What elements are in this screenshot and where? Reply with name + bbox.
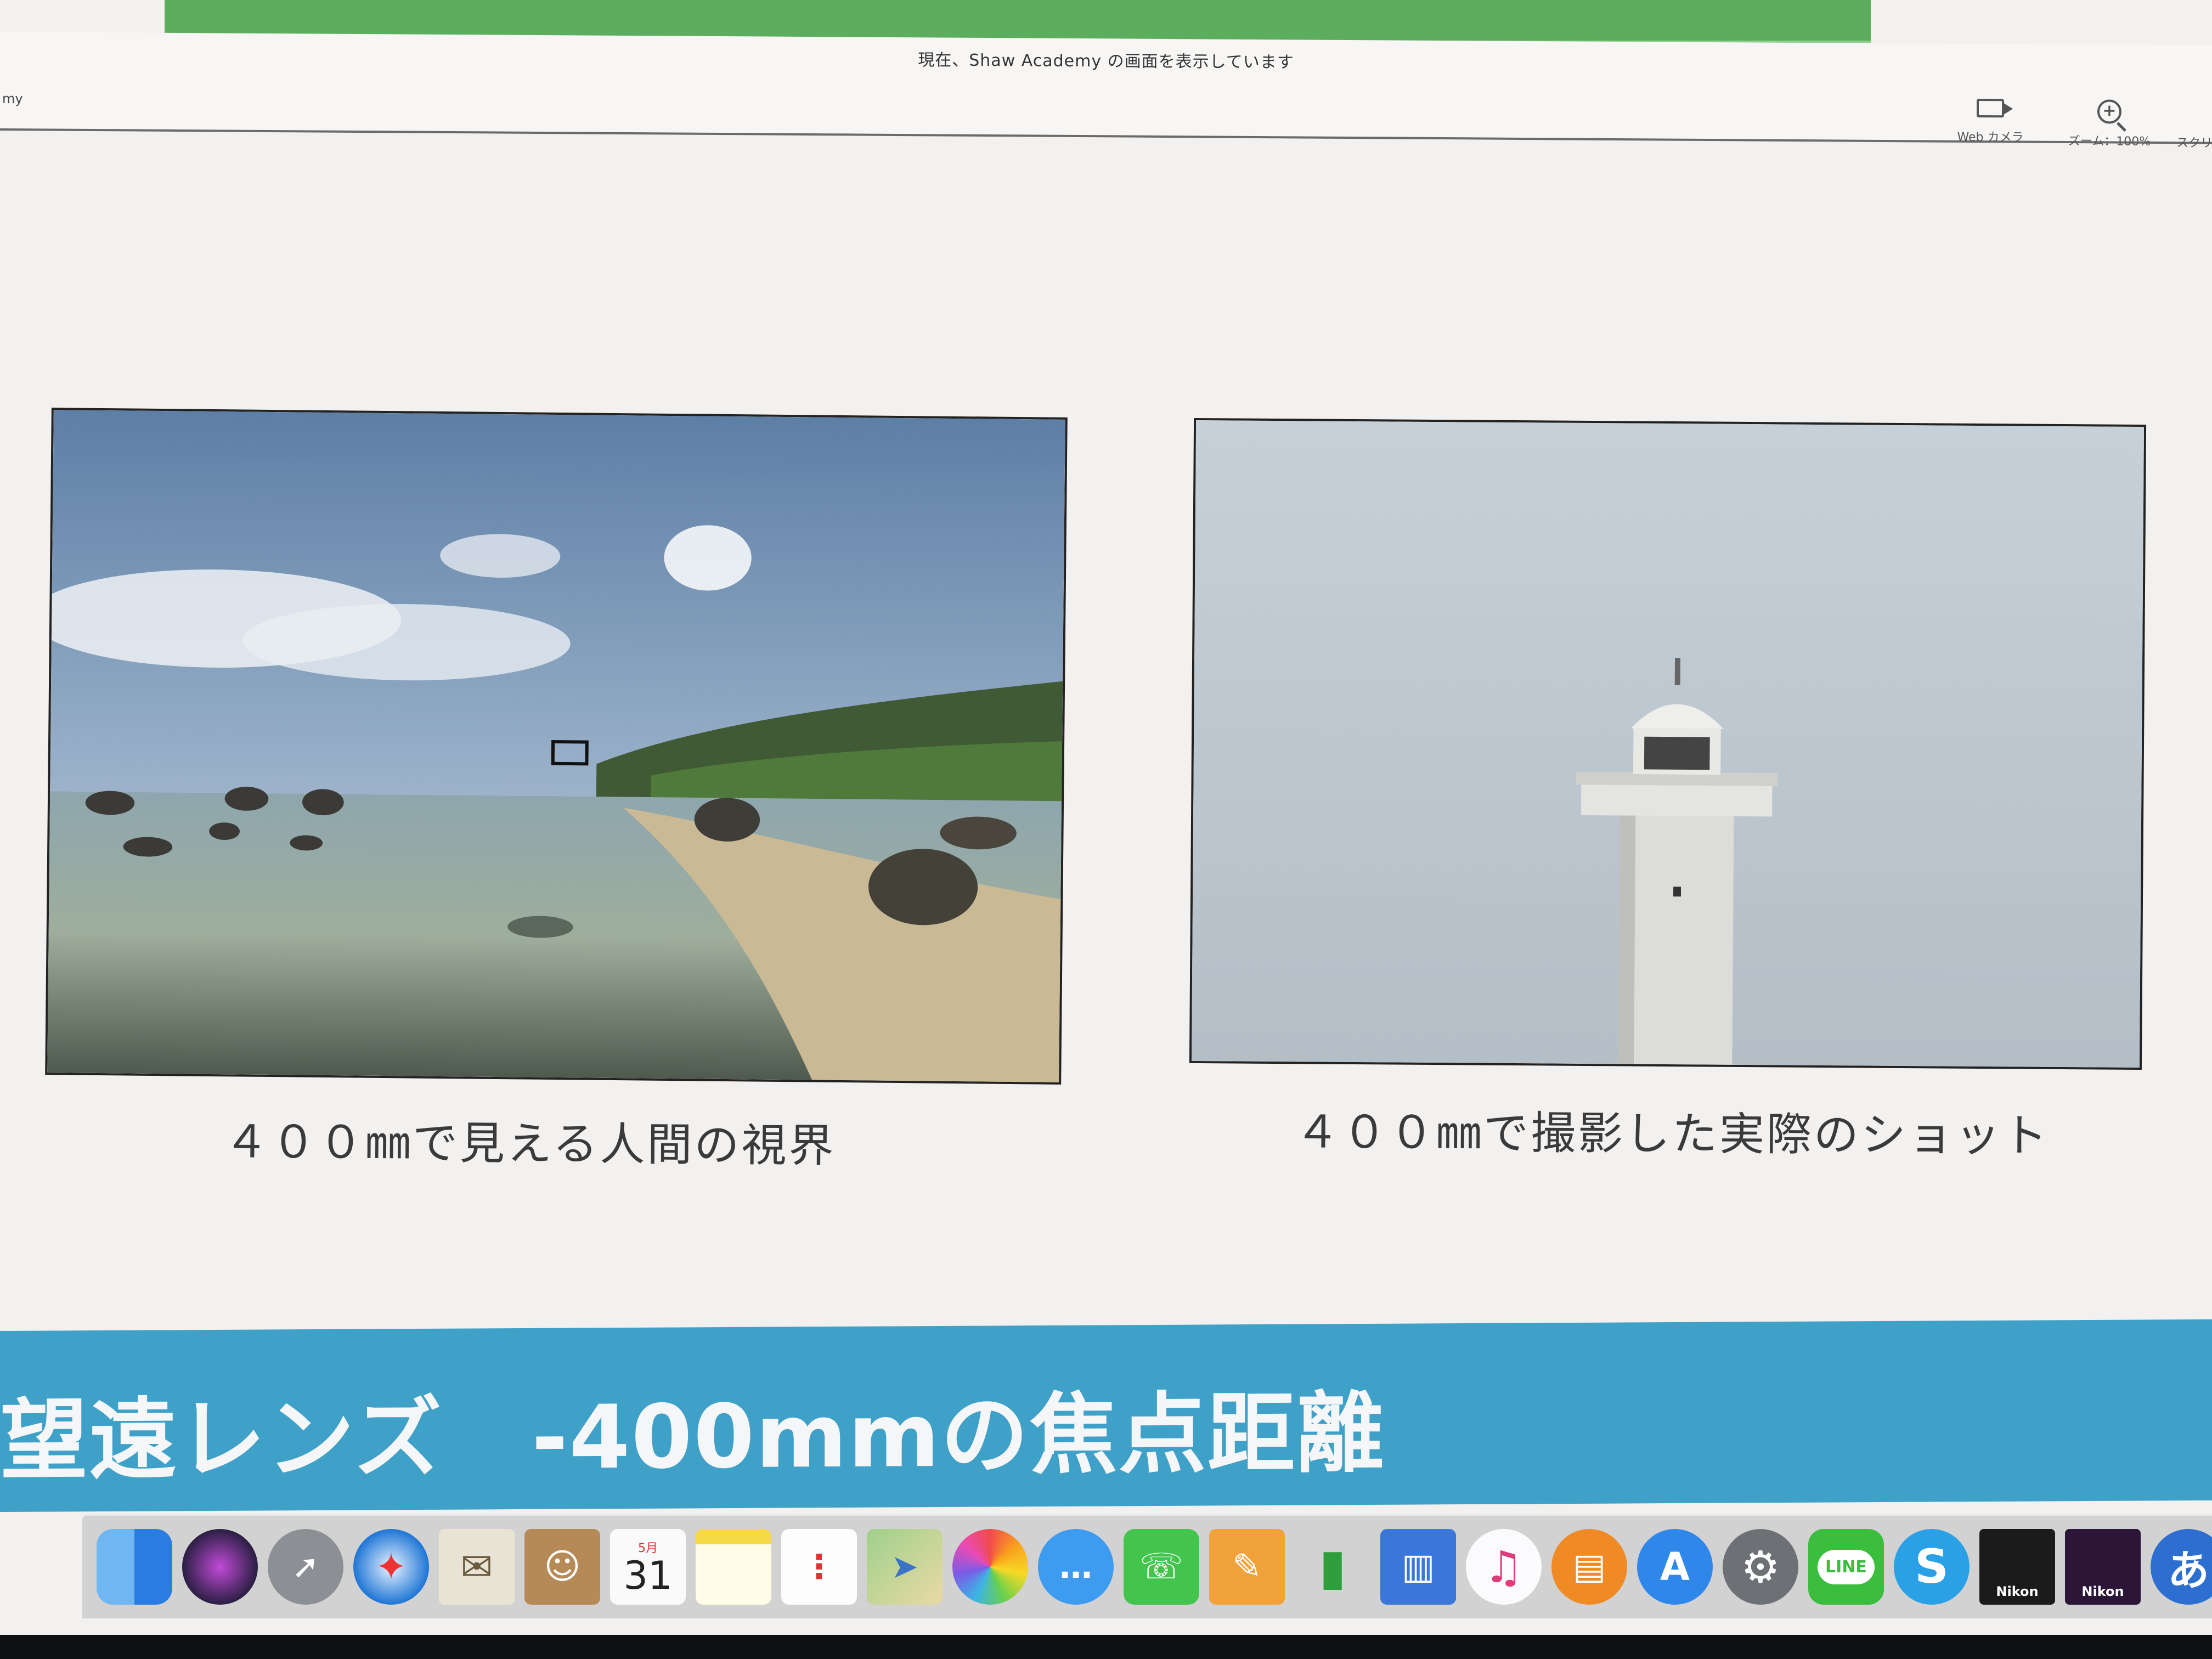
- ibooks-icon[interactable]: ▤: [1551, 1529, 1627, 1605]
- zoom-in-icon: +: [2097, 99, 2121, 124]
- share-notice: 現在、Shaw Academy の画面を表示しています: [918, 50, 1294, 72]
- nikon-capture-icon[interactable]: Nikon: [2065, 1529, 2141, 1605]
- slide-title-banner: 望遠レンズ -400mmの焦点距離: [0, 1319, 2212, 1512]
- screen-label: スクリ: [2176, 136, 2212, 150]
- notes-icon[interactable]: [696, 1529, 771, 1605]
- nikon-label-1: Nikon: [1996, 1584, 2039, 1599]
- line-icon[interactable]: LINE: [1808, 1529, 1884, 1605]
- nikon-label-2: Nikon: [2081, 1584, 2124, 1599]
- calendar-icon[interactable]: 5月 31: [610, 1529, 686, 1605]
- telephoto-shot-photo: [1189, 417, 2147, 1070]
- zoom-label: ズーム：100%: [2068, 134, 2151, 149]
- nikon-viewnx-icon[interactable]: Nikon: [1979, 1529, 2055, 1605]
- itunes-icon[interactable]: ♫: [1466, 1529, 1542, 1605]
- calendar-day: 31: [623, 1553, 673, 1598]
- screen-button[interactable]: スクリ: [2172, 100, 2212, 150]
- video-camera-icon: [1977, 99, 2004, 118]
- facetime-icon[interactable]: ☏: [1124, 1529, 1199, 1605]
- screen-share-toolbar: 現在、Shaw Academy の画面を表示しています my Web カメラ +…: [0, 32, 2212, 150]
- safari-icon[interactable]: ✦: [353, 1529, 429, 1605]
- skype-icon[interactable]: S: [1894, 1529, 1970, 1605]
- webcam-button[interactable]: Web カメラ: [1946, 99, 2034, 145]
- reminders-icon[interactable]: ⋮: [781, 1529, 857, 1605]
- launchpad-icon[interactable]: ➚: [268, 1529, 343, 1605]
- zoom-button[interactable]: + ズーム：100%: [2052, 99, 2167, 149]
- photos-icon[interactable]: [952, 1529, 1028, 1605]
- mail-icon[interactable]: ✉: [439, 1529, 515, 1605]
- ime-label: あ: [2168, 1546, 2209, 1595]
- siri-icon[interactable]: [182, 1529, 258, 1605]
- system-preferences-icon[interactable]: ⚙: [1723, 1529, 1798, 1605]
- dock: ➚ ✦ ✉ ☺ 5月 31 ⋮ ➤ … ☏ ✎ ▮ ▥ ♫ ▤ A ⚙ LINE…: [82, 1514, 2212, 1618]
- window-title-fragment: my: [2, 91, 23, 107]
- pages-icon[interactable]: ✎: [1209, 1529, 1285, 1605]
- input-method-icon[interactable]: あ: [2151, 1529, 2212, 1605]
- slide-title: 望遠レンズ -400mmの焦点距離: [0, 1381, 1385, 1492]
- line-label: LINE: [1818, 1549, 1875, 1584]
- right-photo-caption: ４００㎜で撮影した実際のショット: [1294, 1106, 2050, 1163]
- messages-icon[interactable]: …: [1038, 1529, 1114, 1605]
- wide-view-photo: [45, 408, 1068, 1085]
- numbers-icon[interactable]: ▮: [1295, 1529, 1370, 1605]
- maps-icon[interactable]: ➤: [867, 1529, 943, 1605]
- webcam-label: Web カメラ: [1957, 130, 2024, 145]
- monitor-bezel: [0, 1635, 2212, 1659]
- screen: 現在、Shaw Academy の画面を表示しています my Web カメラ +…: [0, 0, 2212, 1635]
- app-store-icon[interactable]: A: [1637, 1529, 1713, 1605]
- keynote-icon[interactable]: ▥: [1380, 1529, 1456, 1605]
- left-photo-caption: ４００㎜で見える人間の視界: [223, 1116, 836, 1172]
- finder-icon[interactable]: [97, 1529, 172, 1605]
- contacts-icon[interactable]: ☺: [524, 1529, 600, 1605]
